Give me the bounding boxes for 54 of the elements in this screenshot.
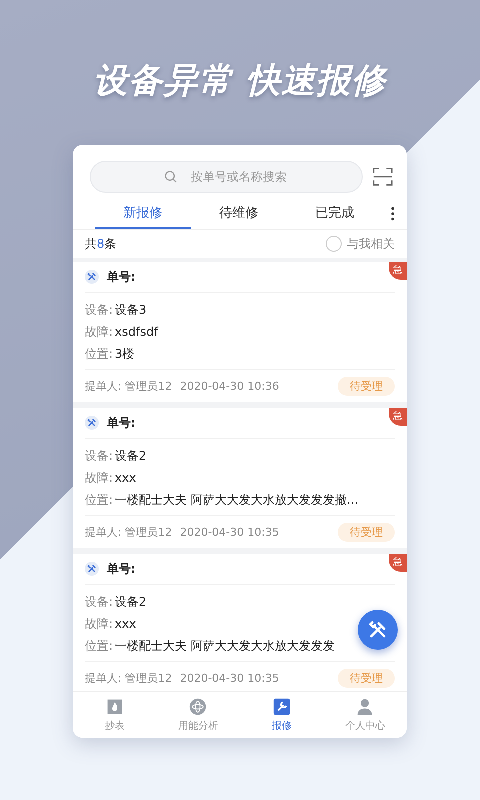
field-value: xsdfsdf: [115, 325, 158, 339]
search-field[interactable]: 按单号或名称搜索: [90, 160, 363, 192]
search-icon: [164, 170, 178, 184]
order-card[interactable]: 单号: 急 设备: 设备2 故障: xxx 位置: 一楼配士大夫 阿萨大大发大水放大发发发撤… 提单人: 管理员12 2020-04-30 10:35 待受理: [73, 408, 407, 548]
urgent-tag: 急: [389, 408, 407, 426]
urgent-tag: 急: [389, 262, 407, 280]
field-label: 位置:: [85, 346, 114, 362]
tab[interactable]: 已完成: [287, 199, 383, 229]
field-label: 故障:: [85, 324, 114, 340]
headline: 设备异常 快速报修: [94, 60, 386, 103]
field-label: 故障:: [85, 470, 114, 486]
status-tag: 待受理: [338, 522, 395, 542]
submitter: 提单人: 管理员12: [85, 670, 172, 686]
timestamp: 2020-04-30 10:35: [180, 526, 280, 538]
field-value: 一楼配士大夫 阿萨大大发大水放大发发发撤…: [115, 492, 359, 508]
field-value: xxx: [115, 471, 136, 485]
submitter: 提单人: 管理员12: [85, 378, 172, 394]
tab[interactable]: 待维修: [191, 199, 287, 229]
radio-button[interactable]: [326, 236, 342, 252]
field-value: 设备2: [115, 448, 147, 464]
total-count: 共8条: [85, 236, 117, 252]
order-card[interactable]: 单号: 急 设备: 设备3 故障: xsdfsdf 位置: 3楼 提单人: 管理员12 2020-04-30 10:36 待受理: [73, 262, 407, 402]
more-icon[interactable]: [391, 207, 395, 221]
tab[interactable]: 新报修: [95, 199, 191, 229]
order-number-label: 单号:: [107, 414, 136, 432]
field-label: 位置:: [85, 492, 114, 508]
status-tag: 待受理: [338, 376, 395, 396]
wrench-icon: [272, 698, 291, 716]
field-label: 设备:: [85, 302, 114, 318]
order-number-label: 单号:: [107, 560, 136, 578]
person-icon: [356, 698, 374, 716]
timestamp: 2020-04-30 10:35: [180, 672, 280, 684]
order-card[interactable]: 单号: 急 设备: 设备2 故障: xxx 位置: 一楼配士大夫 阿萨大大发大水放大发发发 提单人: 管理员12 2020-04-30 10:35 待受理: [73, 554, 407, 691]
field-label: 设备:: [85, 594, 114, 610]
order-number-label: 单号:: [107, 268, 136, 286]
nav-tab[interactable]: 报修: [240, 692, 324, 738]
filter-label: 与我相关: [347, 236, 395, 252]
field-value: xxx: [115, 617, 136, 631]
field-value: 设备3: [115, 302, 147, 318]
field-label: 位置:: [85, 638, 114, 654]
tools-icon: [85, 562, 99, 576]
field-label: 设备:: [85, 448, 114, 464]
tools-icon: [85, 416, 99, 430]
timestamp: 2020-04-30 10:36: [180, 380, 280, 392]
submitter: 提单人: 管理员12: [85, 524, 172, 540]
status-tag: 待受理: [338, 668, 395, 688]
field-value: 一楼配士大夫 阿萨大大发大水放大发发发: [115, 638, 335, 654]
tools-icon: [85, 270, 99, 284]
field-label: 故障:: [85, 616, 114, 632]
field-value: 3楼: [115, 346, 135, 362]
urgent-tag: 急: [389, 554, 407, 572]
field-value: 设备2: [115, 594, 147, 610]
atom-icon: [189, 698, 208, 716]
scan-icon[interactable]: [373, 166, 393, 186]
